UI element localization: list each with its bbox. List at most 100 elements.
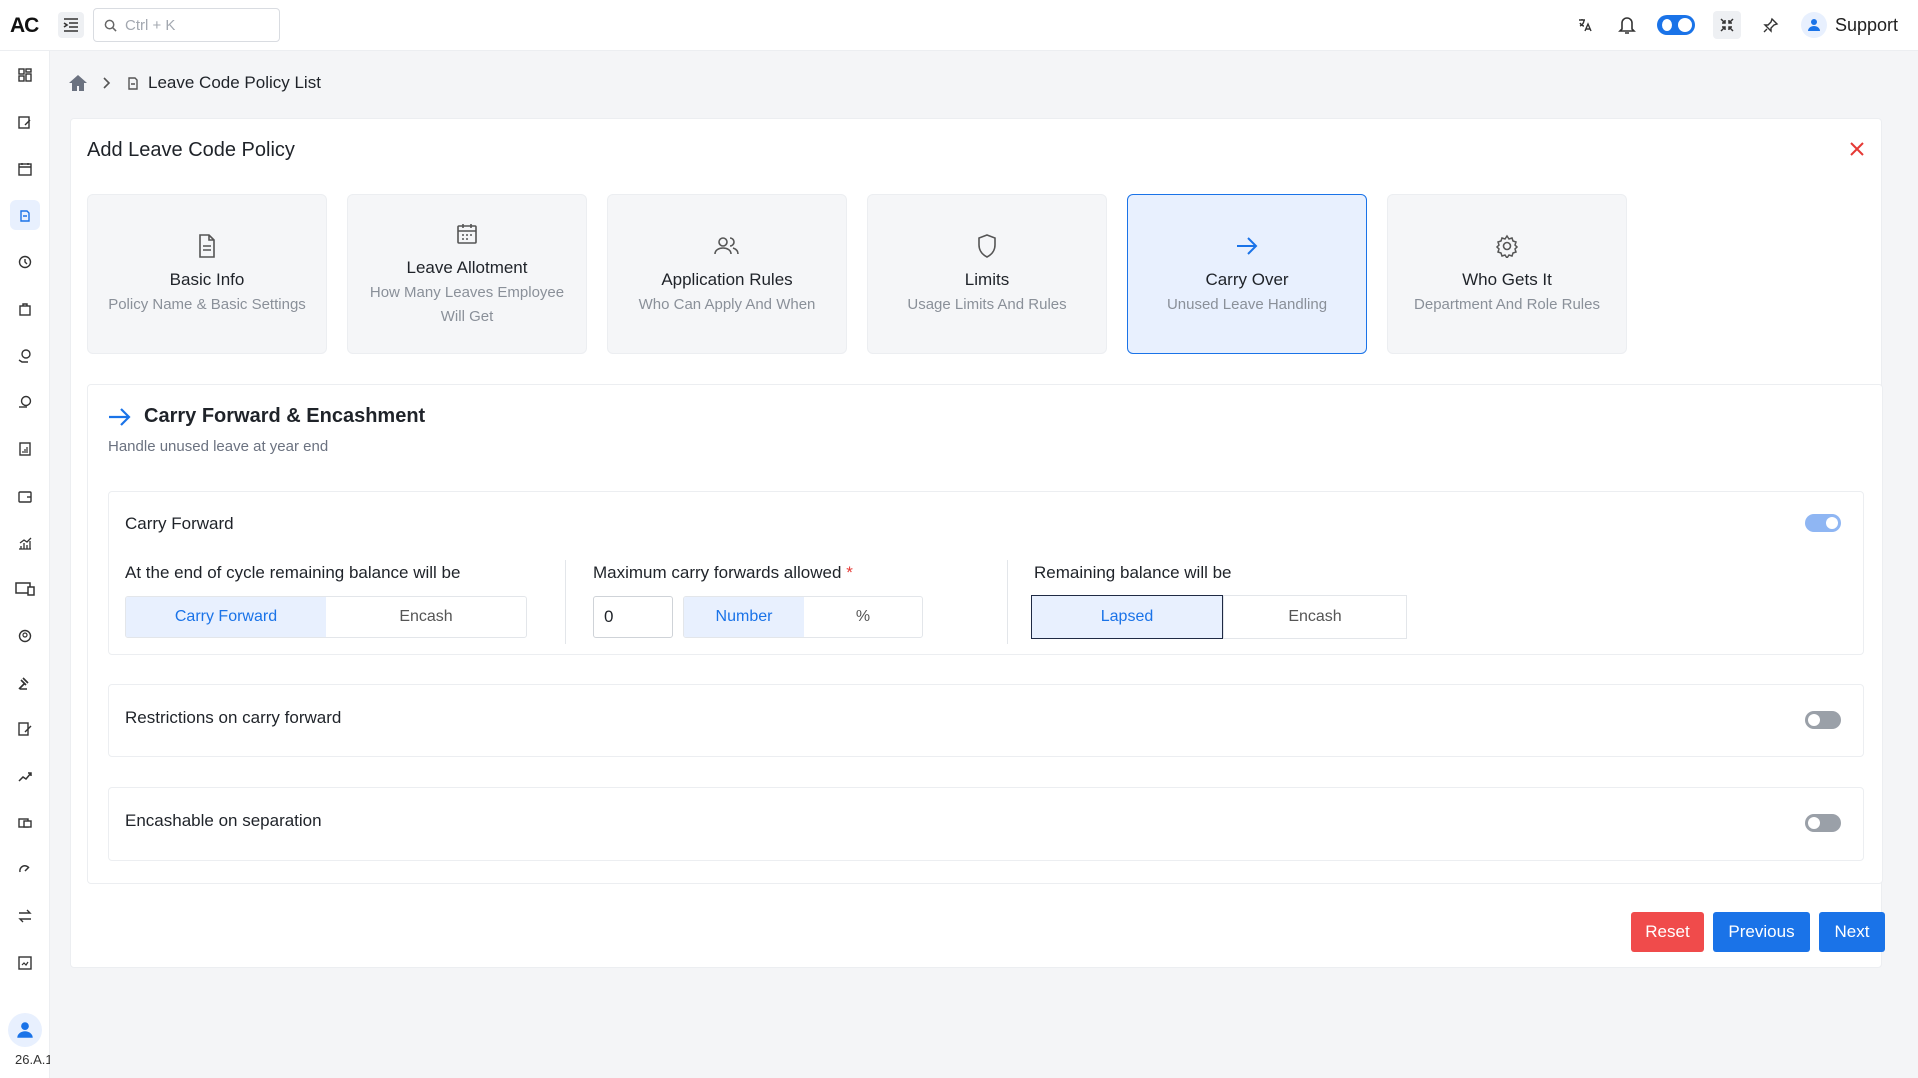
max-unit-selector: Number % (683, 596, 923, 638)
gavel-icon (18, 677, 29, 690)
calendar-icon (18, 163, 32, 176)
encashable-toggle[interactable] (1805, 814, 1841, 832)
option-percent[interactable]: % (804, 597, 922, 637)
sidebar-item-reports[interactable] (10, 434, 40, 464)
section-title: Carry Forward & Encashment (144, 405, 426, 427)
image-box-icon (18, 956, 32, 970)
search-box[interactable] (93, 8, 280, 42)
wallet-icon (18, 491, 32, 503)
sidebar-item-payroll[interactable] (10, 341, 40, 371)
step-subtitle: Who Can Apply And When (638, 296, 816, 313)
encashable-card: Encashable on separation (108, 787, 1864, 861)
step-subtitle: Usage Limits And Rules (907, 296, 1067, 313)
sidebar-item-devices[interactable] (10, 574, 40, 604)
search-input[interactable] (125, 16, 265, 34)
sidebar-item-performance[interactable] (10, 761, 40, 791)
step-carry-over[interactable]: Carry Over Unused Leave Handling (1127, 194, 1367, 354)
step-application-rules[interactable]: Application Rules Who Can Apply And When (607, 194, 847, 354)
sidebar: 26.A.1 (0, 51, 50, 1078)
user-circle-icon (18, 629, 32, 643)
document-icon (197, 231, 217, 261)
section-subtitle: Handle unused leave at year end (108, 438, 329, 455)
step-basic-info[interactable]: Basic Info Policy Name & Basic Settings (87, 194, 327, 354)
shield-icon (977, 231, 997, 261)
carry-forward-toggle[interactable] (1805, 514, 1841, 532)
edit-document-icon (18, 722, 32, 736)
step-limits[interactable]: Limits Usage Limits And Rules (867, 194, 1107, 354)
dashboard-icon (18, 68, 32, 82)
user-icon (1800, 12, 1827, 38)
restrictions-label: Restrictions on carry forward (125, 708, 342, 727)
page-title: Add Leave Code Policy (87, 139, 295, 161)
gauge-icon (19, 865, 30, 873)
sidebar-item-analytics[interactable] (10, 528, 40, 558)
sidebar-item-leave[interactable] (10, 200, 40, 230)
devices-icon (15, 582, 35, 596)
add-policy-panel: Add Leave Code Policy Basic Info Policy … (70, 118, 1885, 968)
sidebar-item-tasks[interactable] (10, 107, 40, 137)
encashable-label: Encashable on separation (125, 811, 322, 830)
max-carry-forward-text: Maximum carry forwards allowed (593, 563, 842, 582)
support-label: Support (1834, 14, 1898, 35)
option-lapsed[interactable]: Lapsed (1031, 595, 1223, 639)
option-remaining-encash[interactable]: Encash (1223, 595, 1407, 639)
search-icon (104, 19, 117, 32)
sidebar-item-speed[interactable] (10, 854, 40, 884)
sidebar-item-dashboard[interactable] (10, 60, 40, 90)
pin-icon[interactable] (1759, 13, 1783, 37)
sidebar-item-legal[interactable] (10, 668, 40, 698)
step-title: Leave Allotment (406, 258, 528, 277)
sidebar-item-jobs[interactable] (10, 294, 40, 324)
reset-button[interactable]: Reset (1631, 912, 1704, 952)
next-button[interactable]: Next (1819, 912, 1885, 952)
carry-forward-label: Carry Forward (125, 514, 234, 533)
sidebar-item-forms[interactable] (10, 714, 40, 744)
option-carry-forward[interactable]: Carry Forward (126, 597, 326, 637)
fullscreen-icon[interactable] (1712, 11, 1741, 39)
option-number[interactable]: Number (684, 597, 804, 637)
breadcrumb-label: Leave Code Policy List (148, 73, 321, 92)
translate-icon[interactable] (1573, 13, 1597, 37)
sidebar-item-profile[interactable] (10, 621, 40, 651)
section-header: Carry Forward & Encashment (108, 405, 425, 428)
user-icon (17, 1022, 33, 1038)
theme-toggle[interactable] (1656, 15, 1695, 35)
step-subtitle: How Many Leaves Employee Will Get (369, 284, 565, 325)
sidebar-item-calendar[interactable] (10, 154, 40, 184)
leave-policy-icon (128, 77, 138, 90)
step-subtitle: Department And Role Rules (1414, 296, 1600, 313)
close-icon[interactable] (1845, 137, 1869, 161)
growth-icon (18, 772, 32, 782)
step-subtitle: Policy Name & Basic Settings (108, 296, 306, 313)
gear-icon (1495, 231, 1519, 261)
max-carry-forward-input[interactable] (593, 596, 673, 638)
support-menu[interactable]: Support (1800, 12, 1898, 38)
step-title: Basic Info (169, 270, 245, 289)
app-version: 26.A.1 (15, 1052, 50, 1067)
arrow-right-icon (109, 407, 131, 426)
sidebar-item-assets[interactable] (10, 808, 40, 838)
sidebar-item-wallet[interactable] (10, 481, 40, 511)
restrictions-toggle[interactable] (1805, 711, 1841, 729)
step-who-gets-it[interactable]: Who Gets It Department And Role Rules (1387, 194, 1627, 354)
top-bar: AC Support (0, 0, 1918, 51)
bell-icon[interactable] (1615, 13, 1639, 37)
sidebar-item-attendance[interactable] (10, 247, 40, 277)
previous-button[interactable]: Previous (1713, 912, 1810, 952)
sidebar-item-expenses[interactable] (10, 387, 40, 417)
sidebar-item-transfers[interactable] (10, 901, 40, 931)
app-logo[interactable]: AC (10, 14, 39, 38)
menu-toggle-icon[interactable] (58, 12, 84, 38)
option-encash[interactable]: Encash (326, 597, 526, 637)
arrow-right-icon (1236, 231, 1258, 261)
analytics-icon (19, 537, 32, 550)
home-icon[interactable] (68, 74, 88, 92)
money-hand-icon (18, 349, 31, 363)
step-leave-allotment[interactable]: Leave Allotment How Many Leaves Employee… (347, 194, 587, 354)
report-icon (19, 442, 31, 456)
sidebar-user-avatar[interactable] (8, 1013, 42, 1047)
remaining-balance-label: Remaining balance will be (1034, 563, 1232, 582)
max-carry-forward-label: Maximum carry forwards allowed * (593, 563, 853, 583)
sidebar-item-settings[interactable] (10, 948, 40, 978)
briefcase-icon (19, 303, 31, 316)
